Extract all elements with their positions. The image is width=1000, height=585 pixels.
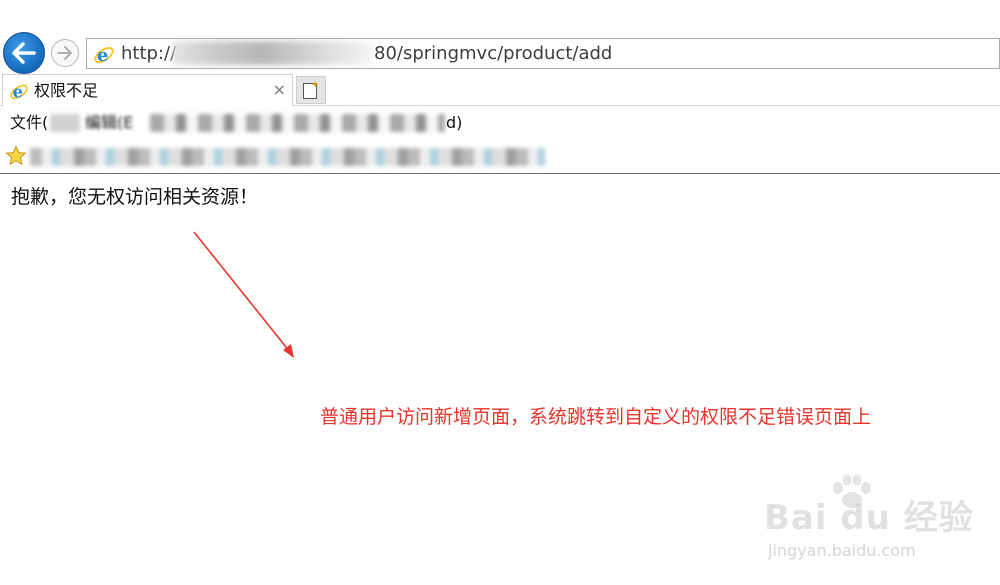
tab-strip: e 权限不足 × <box>0 74 1000 106</box>
back-arrow-icon <box>12 42 36 64</box>
menu-help-tail[interactable]: d) <box>446 113 462 133</box>
browser-chrome: e http:// 80/springmvc/product/add e 权限不… <box>0 0 1000 176</box>
forward-button[interactable] <box>51 39 79 67</box>
internet-explorer-icon: e <box>94 45 114 65</box>
tab-title: 权限不足 <box>34 81 99 100</box>
back-button[interactable] <box>3 32 45 74</box>
navigation-bar: e http:// 80/springmvc/product/add <box>0 32 1000 76</box>
menu-redacted <box>50 114 80 132</box>
menu-bar: 文件( 编辑(E d) <box>0 108 1000 138</box>
address-url-prefix: http:// <box>121 43 177 64</box>
menu-file[interactable]: 文件( <box>10 113 48 133</box>
address-bar[interactable]: e http:// 80/springmvc/product/add <box>86 38 1000 69</box>
new-tab-button[interactable] <box>296 76 326 104</box>
favorites-star-icon[interactable] <box>5 145 27 167</box>
baidu-watermark: Bai du 经验 <box>764 474 973 544</box>
new-tab-icon <box>303 81 319 99</box>
watermark-url: jingyan.baidu.com <box>768 541 916 560</box>
menu-redacted <box>150 114 445 132</box>
watermark-brand-text: Bai du 经验 <box>764 498 974 538</box>
svg-text:e: e <box>13 82 23 101</box>
internet-explorer-icon: e <box>10 82 28 101</box>
tab-close-button[interactable]: × <box>273 80 286 100</box>
access-denied-message: 抱歉，您无权访问相关资源！ <box>11 186 259 208</box>
tab-current[interactable]: e 权限不足 × <box>2 74 293 106</box>
favorites-redacted <box>30 148 545 166</box>
svg-text:e: e <box>97 45 108 65</box>
menu-edit[interactable]: 编辑(E <box>85 113 133 133</box>
address-url-path: 80/springmvc/product/add <box>374 43 613 64</box>
forward-arrow-icon <box>57 46 72 60</box>
favorites-bar <box>0 140 1000 174</box>
address-redacted <box>173 41 373 65</box>
annotation-caption: 普通用户访问新增页面，系统跳转到自定义的权限不足错误页面上 <box>320 406 872 428</box>
